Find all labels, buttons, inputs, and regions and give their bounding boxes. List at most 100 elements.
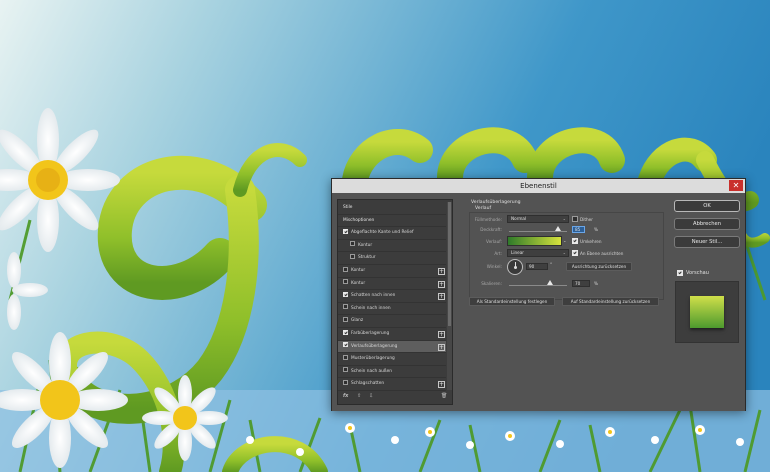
gradient-picker[interactable] <box>507 236 562 246</box>
styles-scrollbar[interactable] <box>447 202 452 390</box>
align-with-layer-label: An Ebene ausrichten <box>580 250 624 256</box>
align-with-layer-checkbox[interactable] <box>572 250 578 256</box>
reset-alignment-button[interactable]: Ausrichtung zurücksetzen <box>566 262 632 271</box>
style-item-label: Glanz <box>351 318 364 324</box>
move-down-icon[interactable]: ⇩ <box>369 393 373 399</box>
layer-style-dialog: Ebenenstil ✕ Stile Mischoptionen Abgeflach… <box>331 178 746 411</box>
style-item-label: Stile <box>343 205 353 210</box>
gradient-style-dropdown[interactable]: Linear ⌄ <box>507 249 569 257</box>
preview-label: Vorschau <box>686 270 709 276</box>
blend-mode-dropdown[interactable]: Normal ⌄ <box>507 215 569 223</box>
add-effect-icon[interactable]: + <box>438 331 445 338</box>
style-item-label: Musterüberlagerung <box>351 356 395 362</box>
scale-unit: % <box>594 281 598 286</box>
style-item-label: Abgeflachte Kante und Relief <box>351 230 414 236</box>
ok-button[interactable]: OK <box>674 200 740 212</box>
style-item-label: Farbüberlagerung <box>351 331 390 336</box>
reset-to-default-button[interactable]: Auf Standardeinstellung zurücksetzen <box>562 297 659 306</box>
angle-unit: ° <box>550 262 553 267</box>
style-item-label: Kontur <box>351 280 366 286</box>
style-item-checkbox[interactable] <box>343 316 348 322</box>
style-item[interactable]: Stile <box>338 202 446 215</box>
style-label: Art: <box>494 251 502 256</box>
style-item-checkbox[interactable] <box>343 342 348 348</box>
style-item[interactable]: Mischoptionen <box>338 215 446 228</box>
style-item-label: Kontur <box>358 242 373 248</box>
styles-scrollbar-thumb[interactable] <box>448 202 451 326</box>
style-item[interactable]: Kontur + <box>338 265 446 278</box>
opacity-label: Deckkraft: <box>480 227 502 232</box>
style-item-checkbox[interactable] <box>343 228 348 234</box>
style-item-checkbox[interactable] <box>343 304 348 310</box>
make-default-button[interactable]: Als Standardeinstellung festlegen <box>469 297 555 306</box>
preview-swatch <box>690 296 724 328</box>
style-item-label: Schein nach außen <box>351 368 392 374</box>
dialog-titlebar[interactable]: Ebenenstil ✕ <box>332 179 745 193</box>
scale-slider-thumb[interactable] <box>546 280 553 285</box>
gradient-style-value: Linear <box>511 250 525 255</box>
style-item-label: Schatten nach innen <box>351 293 396 299</box>
style-item-checkbox[interactable] <box>343 367 348 373</box>
chevron-down-icon: ⌄ <box>562 250 566 255</box>
style-item[interactable]: Schein nach innen <box>338 303 446 316</box>
style-item-label: Schein nach innen <box>351 305 391 311</box>
style-item[interactable]: Schein nach außen <box>338 366 446 379</box>
style-item-checkbox[interactable] <box>343 329 348 335</box>
opacity-unit: % <box>594 227 598 232</box>
gradient-label: Verlauf: <box>486 239 502 244</box>
add-effect-icon[interactable]: + <box>438 293 445 301</box>
settings-heading: Verlaufsüberlagerung Verlauf <box>471 200 521 212</box>
add-effect-icon[interactable]: + <box>438 381 445 389</box>
style-item[interactable]: Musterüberlagerung <box>338 353 446 366</box>
style-item[interactable]: Schatten nach innen + <box>338 290 446 303</box>
style-item-checkbox[interactable] <box>343 354 348 360</box>
style-item-checkbox[interactable] <box>343 291 348 297</box>
opacity-slider-track[interactable] <box>509 231 567 232</box>
trash-icon[interactable]: 🗑 <box>441 393 447 399</box>
angle-center <box>514 266 517 269</box>
dither-label: Dither <box>580 216 593 222</box>
style-item[interactable]: Farbüberlagerung + <box>338 328 446 341</box>
reverse-checkbox[interactable] <box>572 238 578 244</box>
opacity-slider-thumb[interactable] <box>555 226 562 231</box>
style-preview <box>675 281 739 343</box>
opacity-input[interactable]: 85 <box>572 226 585 233</box>
gradient-chevron-down-icon[interactable]: ⌄ <box>563 238 567 243</box>
style-item[interactable]: Abgeflachte Kante und Relief <box>338 227 446 240</box>
style-item-label: Struktur <box>358 255 376 261</box>
angle-label: Winkel: <box>486 264 502 269</box>
dither-checkbox[interactable] <box>572 216 578 222</box>
preview-checkbox[interactable] <box>677 270 683 276</box>
add-effect-icon[interactable]: + <box>438 343 445 351</box>
add-effect-icon[interactable]: + <box>438 268 445 275</box>
style-item[interactable]: Verlaufsüberlagerung + <box>338 340 446 354</box>
close-button[interactable]: ✕ <box>729 180 743 191</box>
scale-input[interactable]: 70 <box>572 280 590 287</box>
style-item[interactable]: Kontur + <box>338 278 446 291</box>
style-item-label: Kontur <box>351 268 366 273</box>
angle-dial[interactable] <box>507 259 523 275</box>
new-style-button[interactable]: Neuer Stil... <box>674 236 740 248</box>
scale-label: Skalieren: <box>481 281 502 286</box>
style-item-checkbox[interactable] <box>343 266 348 272</box>
styles-panel: Stile Mischoptionen Abgeflachte Kante und … <box>337 199 453 405</box>
add-effect-icon[interactable]: + <box>438 280 445 288</box>
style-item-checkbox[interactable] <box>343 279 348 285</box>
scale-slider-track[interactable] <box>509 285 567 286</box>
style-item-checkbox[interactable] <box>343 379 348 385</box>
style-item[interactable]: Schlagschatten + <box>338 378 446 391</box>
angle-input[interactable]: 90 <box>526 263 548 270</box>
style-item[interactable]: Kontur <box>338 240 446 253</box>
fx-icon[interactable]: fx <box>343 393 348 399</box>
style-item[interactable]: Glanz <box>338 315 446 328</box>
move-up-icon[interactable]: ⇧ <box>357 393 361 399</box>
styles-footer: fx ⇧ ⇩ 🗑 <box>337 392 455 404</box>
dialog-body: Stile Mischoptionen Abgeflachte Kante und … <box>332 193 745 411</box>
cancel-button[interactable]: Abbrechen <box>674 218 740 230</box>
style-item-label: Verlaufsüberlagerung <box>351 343 398 349</box>
style-item-checkbox[interactable] <box>350 241 355 247</box>
style-item-checkbox[interactable] <box>350 253 355 259</box>
style-item-label: Schlagschatten <box>351 381 385 387</box>
style-item[interactable]: Struktur <box>338 252 446 265</box>
chevron-down-icon: ⌄ <box>562 216 566 221</box>
